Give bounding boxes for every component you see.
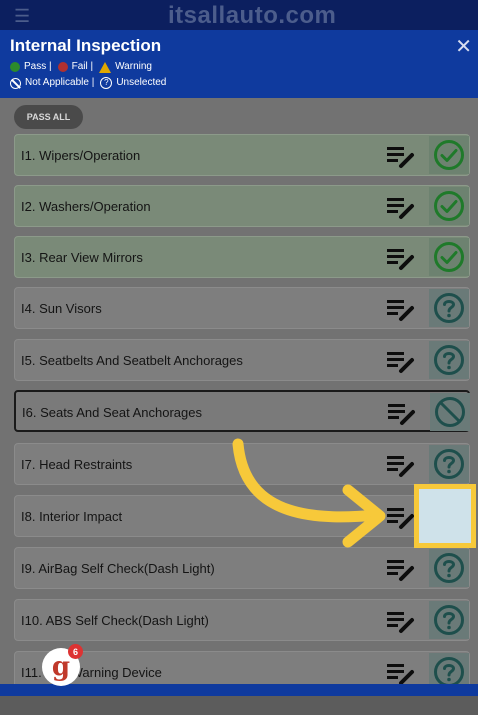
inspection-item: I6. Seats And Seat Anchorages bbox=[14, 390, 470, 432]
warning-icon bbox=[99, 61, 112, 73]
edit-notes-icon[interactable] bbox=[386, 244, 416, 272]
badge-letter: g bbox=[51, 652, 71, 682]
inspection-item-label: I8. Interior Impact bbox=[21, 509, 123, 524]
inspection-item: I3. Rear View Mirrors bbox=[14, 236, 470, 278]
unselected-question-icon[interactable] bbox=[429, 341, 469, 379]
not-applicable-icon bbox=[10, 77, 21, 89]
unselected-question-icon[interactable] bbox=[429, 549, 469, 587]
inspection-item-label: I7. Head Restraints bbox=[21, 457, 133, 472]
legend-unselected: Unselected bbox=[116, 77, 167, 88]
inspection-list: PASS ALL I1. Wipers/Operation I2. Washers… bbox=[0, 98, 478, 715]
edit-notes-icon[interactable] bbox=[386, 142, 416, 170]
edit-notes-icon[interactable] bbox=[386, 347, 416, 375]
edit-notes-icon[interactable] bbox=[386, 193, 416, 221]
inspection-item-label: I2. Washers/Operation bbox=[21, 199, 151, 214]
edit-notes-icon[interactable] bbox=[387, 399, 417, 427]
pass-all-button[interactable]: PASS ALL bbox=[14, 105, 83, 129]
edit-notes-icon[interactable] bbox=[386, 607, 416, 635]
page-title: Internal Inspection bbox=[10, 36, 162, 55]
bottom-bar bbox=[0, 684, 478, 715]
unselected-icon: ? bbox=[100, 77, 113, 89]
inspection-item-label: I1. Wipers/Operation bbox=[21, 148, 141, 163]
badge-count: 6 bbox=[68, 644, 83, 659]
menu-icon[interactable]: ☰ bbox=[14, 6, 30, 27]
pass-check-icon[interactable] bbox=[429, 187, 469, 225]
edit-notes-icon[interactable] bbox=[386, 555, 416, 583]
inspection-item: I7. Head Restraints bbox=[14, 443, 470, 485]
inspection-item: I2. Washers/Operation bbox=[14, 185, 470, 227]
unselected-question-icon[interactable] bbox=[429, 445, 469, 483]
inspection-item-label: I10. ABS Self Check(Dash Light) bbox=[21, 613, 209, 628]
unselected-question-icon[interactable] bbox=[429, 289, 469, 327]
inspection-item: I1. Wipers/Operation bbox=[14, 134, 470, 176]
inspection-item: I5. Seatbelts And Seatbelt Anchorages bbox=[14, 339, 470, 381]
pass-check-icon[interactable] bbox=[429, 238, 469, 276]
legend-fail: Fail | bbox=[71, 61, 94, 72]
inspection-item: I9. AirBag Self Check(Dash Light) bbox=[14, 547, 470, 589]
close-icon[interactable]: ✕ bbox=[455, 34, 472, 59]
fail-icon bbox=[57, 62, 68, 72]
legend-pass: Pass | bbox=[24, 61, 52, 72]
inspection-item-label: I5. Seatbelts And Seatbelt Anchorages bbox=[21, 353, 243, 368]
pass-check-icon[interactable] bbox=[429, 136, 469, 174]
legend-not-applicable: Not Applicable | bbox=[25, 77, 95, 88]
bottom-strip bbox=[0, 696, 478, 715]
inspection-item: I10. ABS Self Check(Dash Light) bbox=[14, 599, 470, 641]
inspection-item-label: I3. Rear View Mirrors bbox=[21, 250, 143, 265]
edit-notes-icon[interactable] bbox=[386, 451, 416, 479]
site-brand[interactable]: itsallauto.com bbox=[168, 2, 336, 30]
inspection-header: Internal Inspection ✕ Pass | Fail | Warn… bbox=[0, 30, 478, 98]
highlight-box bbox=[414, 484, 476, 548]
edit-notes-icon[interactable] bbox=[386, 659, 416, 687]
edit-notes-icon[interactable] bbox=[386, 295, 416, 323]
inspection-item-label: I6. Seats And Seat Anchorages bbox=[22, 405, 202, 420]
site-topbar: ☰ itsallauto.com bbox=[0, 0, 478, 30]
inspection-item: I4. Sun Visors bbox=[14, 287, 470, 329]
inspection-item: I8. Interior Impact bbox=[14, 495, 470, 537]
pass-icon bbox=[10, 62, 20, 72]
edit-notes-icon[interactable] bbox=[386, 503, 416, 531]
unselected-question-icon[interactable] bbox=[429, 601, 469, 639]
app-root: ☰ itsallauto.com Internal Inspection ✕ P… bbox=[0, 0, 478, 715]
inspection-item-label: I4. Sun Visors bbox=[21, 301, 102, 316]
help-badge[interactable]: g 6 bbox=[42, 644, 83, 686]
status-legend: Pass | Fail | Warning Not Applicable | ?… bbox=[10, 59, 166, 91]
legend-warning: Warning bbox=[115, 61, 152, 72]
inspection-item-label: I9. AirBag Self Check(Dash Light) bbox=[21, 561, 215, 576]
not-applicable-icon[interactable] bbox=[430, 393, 470, 431]
